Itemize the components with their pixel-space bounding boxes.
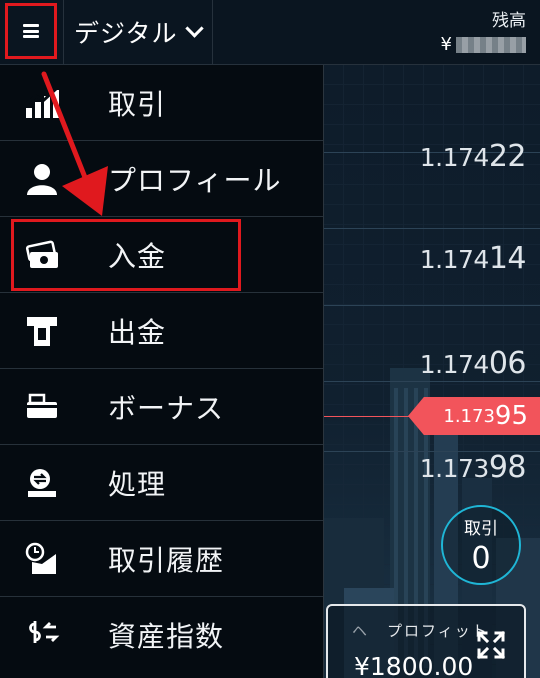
divider (212, 0, 213, 64)
asset-index-icon (29, 621, 60, 643)
price-gridline (324, 228, 540, 229)
profit-label: ヘプロフィット (352, 622, 489, 640)
expand-icon[interactable] (476, 630, 506, 660)
chevron-down-icon (184, 18, 204, 38)
profit-panel[interactable]: ヘプロフィット ¥1800.00 (326, 604, 526, 678)
profit-value: ¥1800.00 (354, 652, 474, 678)
open-trades-counter[interactable]: 取引 0 (441, 505, 521, 585)
menu-item-bonus[interactable]: ボーナス (0, 369, 323, 445)
balance-currency: ¥ (440, 34, 452, 55)
menu-item-trade-history[interactable]: 取引履歴 (0, 521, 323, 597)
menu-item-label: 処理 (108, 467, 167, 501)
bonus-card-icon (27, 393, 57, 418)
price-level-label: 1.17422 (419, 139, 527, 174)
price-level-label: 1.17414 (419, 241, 527, 276)
menu-item-label: 出金 (108, 315, 167, 349)
hamburger-menu-button[interactable] (5, 3, 57, 59)
price-level-label: 1.17398 (419, 450, 527, 485)
menu-item-profile[interactable]: プロフィール (0, 141, 323, 217)
menu-item-label: ボーナス (108, 391, 225, 425)
price-level-label: 1.17406 (419, 346, 527, 381)
menu-item-label: 取引履歴 (108, 543, 225, 577)
chart-trade-icon (25, 86, 59, 118)
history-clock-icon (25, 542, 56, 574)
price-chart[interactable]: 1.17422 1.17414 1.17406 1.173 95 1.17398 … (324, 65, 540, 678)
side-menu-drawer: 取引 プロフィール 入金 出金 ボーナス 処理 取引履歴 資産指数 (0, 65, 324, 678)
transactions-icon (28, 469, 56, 497)
trades-count: 0 (471, 541, 491, 576)
menu-item-label: 資産指数 (108, 620, 225, 653)
price-gridline (324, 381, 540, 382)
trades-label: 取引 (464, 519, 498, 539)
menu-item-withdraw[interactable]: 出金 (0, 293, 323, 369)
balance-value: ¥ (441, 34, 526, 55)
top-bar: デジタル 残高 ¥ (0, 0, 540, 65)
balance-masked-amount (456, 36, 526, 53)
withdraw-atm-icon (27, 317, 57, 346)
user-icon (27, 164, 57, 195)
price-gridline (324, 305, 540, 306)
menu-item-asset-index[interactable]: 資産指数 (0, 597, 323, 673)
balance-label: 残高 (492, 11, 526, 31)
deposit-highlight-box (11, 219, 241, 291)
current-price-tag: 1.173 95 (408, 397, 540, 435)
menu-item-transactions[interactable]: 処理 (0, 445, 323, 521)
menu-item-trade[interactable]: 取引 (0, 65, 323, 141)
menu-item-label: 取引 (108, 87, 167, 121)
divider (63, 0, 64, 64)
hamburger-icon (23, 24, 39, 38)
trading-mode-dropdown[interactable]: デジタル (74, 14, 204, 50)
menu-item-label: プロフィール (108, 163, 282, 197)
trading-mode-label: デジタル (74, 19, 178, 48)
